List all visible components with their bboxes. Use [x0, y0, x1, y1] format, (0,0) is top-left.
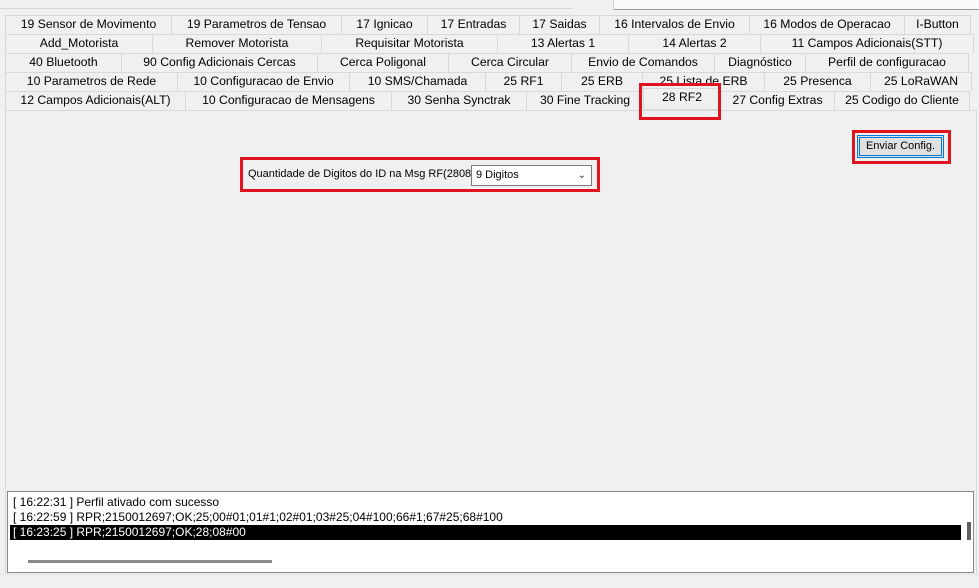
tab-remover-motorista[interactable]: Remover Motorista: [152, 34, 322, 53]
tab-configuracao-mensagens[interactable]: 10 Configuracao de Mensagens: [185, 91, 392, 110]
tab-requisitar-motorista[interactable]: Requisitar Motorista: [321, 34, 498, 53]
top-window-edge: [613, 0, 979, 10]
tab-parametros-tensao[interactable]: 19 Parametros de Tensao: [171, 15, 342, 34]
tab-alertas-2[interactable]: 14 Alertas 2: [628, 34, 761, 53]
tab-entradas[interactable]: 17 Entradas: [427, 15, 520, 34]
tab-cerca-poligonal[interactable]: Cerca Poligonal: [317, 53, 449, 72]
tab-i-button[interactable]: I-Button: [904, 15, 971, 34]
tab-alertas-1[interactable]: 13 Alertas 1: [497, 34, 629, 53]
digits-label: Quantidade de Digitos do ID na Msg RF(28…: [248, 168, 475, 180]
window-top-strip: [0, 0, 979, 14]
send-config-button[interactable]: Enviar Config.: [857, 135, 944, 158]
tab-campos-adicionais-stt[interactable]: 11 Campos Adicionais(STT): [760, 34, 974, 53]
tab-cerca-circular[interactable]: Cerca Circular: [448, 53, 572, 72]
tab-row-4: 10 Parametros de Rede 10 Configuracao de…: [5, 72, 972, 91]
log-line[interactable]: [ 16:22:59 ] RPR;2150012697;OK;25;00#01;…: [10, 510, 503, 525]
log-line-selected[interactable]: [ 16:23:25 ] RPR;2150012697;OK;28;08#00: [10, 525, 961, 540]
top-divider: [0, 8, 573, 9]
vertical-scrollbar-thumb[interactable]: [967, 522, 971, 540]
tab-parametros-rede[interactable]: 10 Parametros de Rede: [5, 72, 178, 91]
tab-ignicao[interactable]: 17 Ignicao: [341, 15, 428, 34]
tab-perfil-configuracao[interactable]: Perfil de configuracao: [805, 53, 969, 72]
log-line[interactable]: [ 16:22:31 ] Perfil ativado com sucesso: [10, 495, 219, 510]
tab-sms-chamada[interactable]: 10 SMS/Chamada: [349, 72, 486, 91]
tab-config-adicionais-cercas[interactable]: 90 Config Adicionais Cercas: [121, 53, 318, 72]
tab-fine-tracking[interactable]: 30 Fine Tracking: [526, 91, 644, 110]
log-list[interactable]: [ 16:22:31 ] Perfil ativado com sucesso …: [7, 491, 974, 573]
tab-add-motorista[interactable]: Add_Motorista: [5, 34, 153, 53]
tab-config-extras[interactable]: 27 Config Extras: [720, 91, 835, 110]
tab-lorawan[interactable]: 25 LoRaWAN: [870, 72, 972, 91]
tab-row-2: Add_Motorista Remover Motorista Requisit…: [5, 34, 974, 53]
tab-row-3: 40 Bluetooth 90 Config Adicionais Cercas…: [5, 53, 969, 72]
tab-campos-adicionais-alt[interactable]: 12 Campos Adicionais(ALT): [5, 91, 186, 110]
tab-senha-synctrak[interactable]: 30 Senha Synctrak: [391, 91, 527, 110]
tab-intervalos-envio[interactable]: 16 Intervalos de Envio: [599, 15, 750, 34]
digits-select-value: 9 Digitos: [476, 169, 519, 181]
tab-sensor-movimento[interactable]: 19 Sensor de Movimento: [5, 15, 172, 34]
tab-row-1: 19 Sensor de Movimento 19 Parametros de …: [5, 15, 971, 34]
tab-codigo-cliente[interactable]: 25 Codigo do Cliente: [834, 91, 970, 110]
tab-diagnostico[interactable]: Diagnóstico: [714, 53, 806, 72]
tab-erb[interactable]: 25 ERB: [561, 72, 643, 91]
digits-select[interactable]: 9 Digitos ⌄: [471, 165, 592, 186]
tab-presenca[interactable]: 25 Presenca: [764, 72, 871, 91]
tab-saidas[interactable]: 17 Saidas: [519, 15, 600, 34]
tab-envio-comandos[interactable]: Envio de Comandos: [571, 53, 715, 72]
tab-row-5: 12 Campos Adicionais(ALT) 10 Configuraca…: [5, 88, 970, 110]
chevron-down-icon: ⌄: [577, 170, 586, 181]
tab-rf1[interactable]: 25 RF1: [485, 72, 562, 91]
tab-rf2[interactable]: 28 RF2: [643, 88, 721, 110]
tab-bluetooth[interactable]: 40 Bluetooth: [5, 53, 122, 72]
tab-configuracao-envio[interactable]: 10 Configuracao de Envio: [177, 72, 350, 91]
bottom-band: [0, 574, 979, 588]
tab-modos-operacao[interactable]: 16 Modos de Operacao: [749, 15, 905, 34]
horizontal-scrollbar-thumb[interactable]: [28, 560, 272, 563]
